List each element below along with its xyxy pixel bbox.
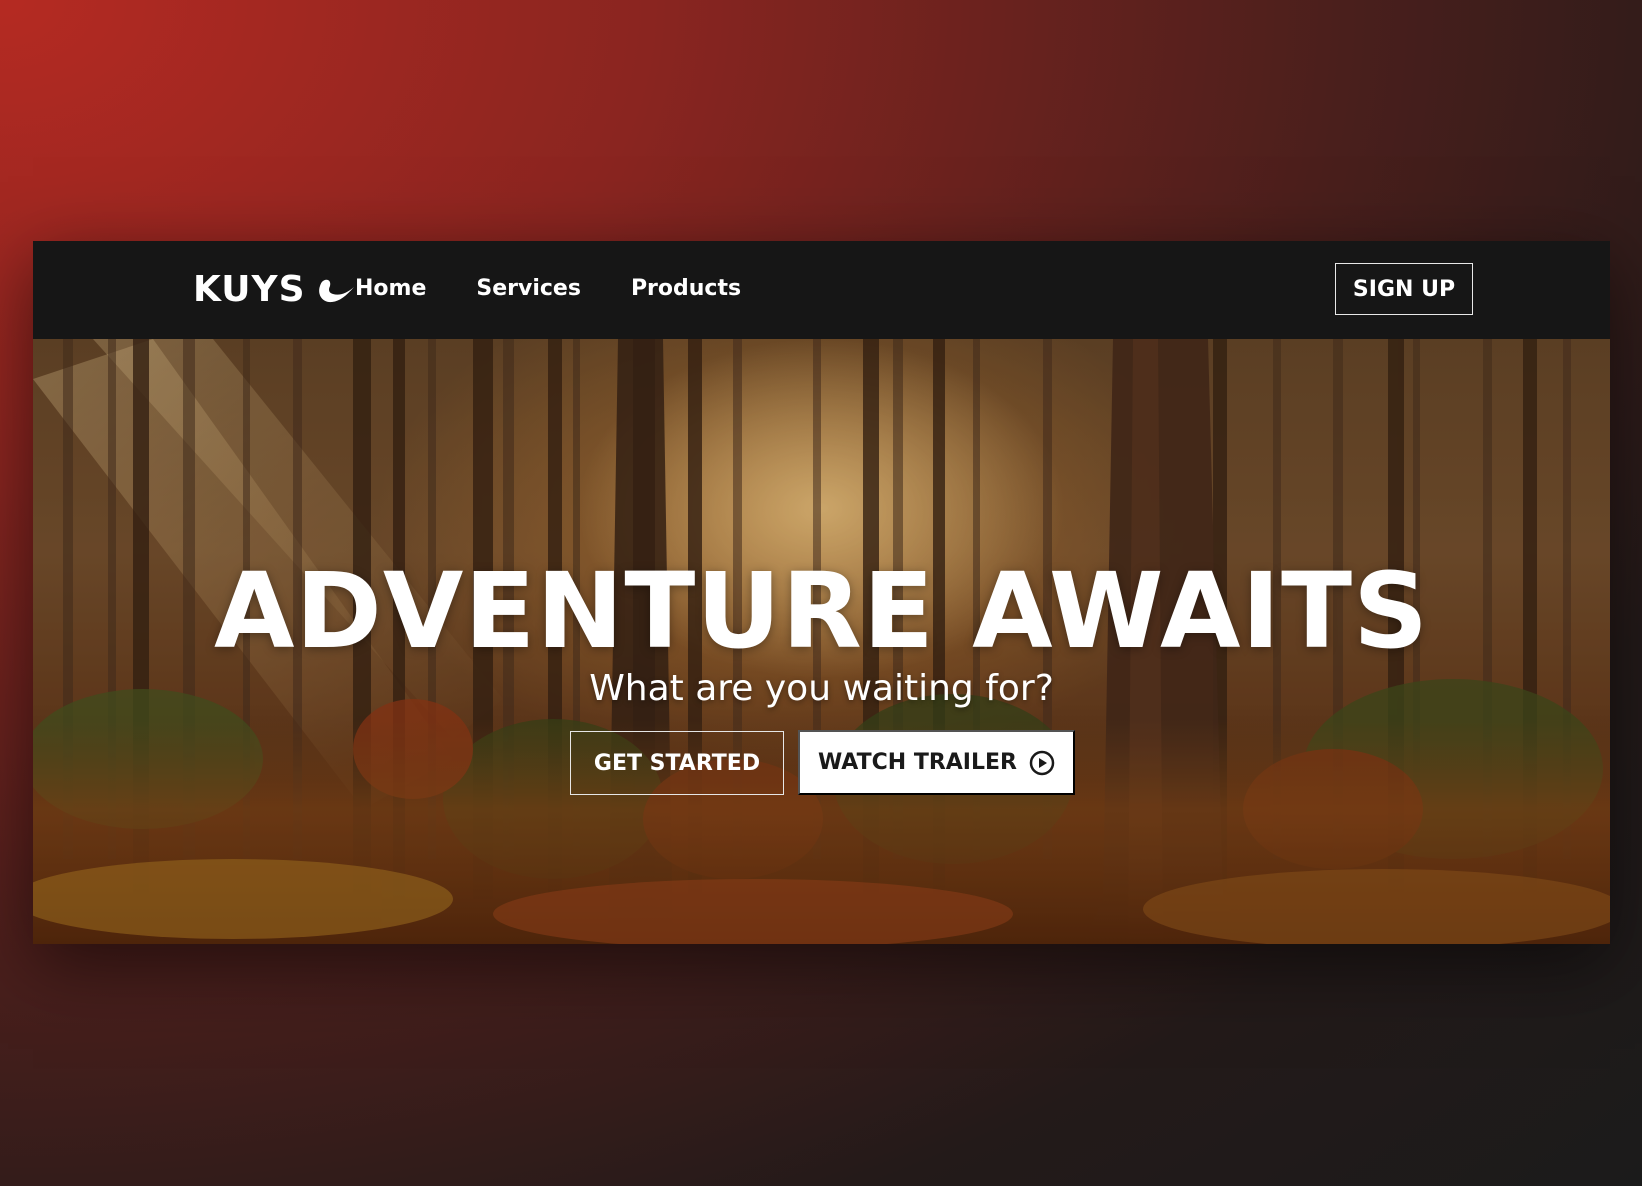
wave-swoosh-icon bbox=[318, 279, 354, 303]
brand-name: KUYS bbox=[193, 268, 306, 310]
nav-item-products[interactable]: Products bbox=[631, 271, 741, 307]
play-circle-icon bbox=[1029, 750, 1055, 775]
main-nav: Home Services Products bbox=[355, 271, 741, 307]
signup-button[interactable]: SIGN UP bbox=[1335, 263, 1473, 315]
brand-logo[interactable]: KUYS bbox=[193, 267, 356, 311]
get-started-button[interactable]: GET STARTED bbox=[570, 731, 784, 795]
hero-subheadline: What are you waiting for? bbox=[589, 668, 1054, 709]
hero-headline: ADVENTURE AWAITS bbox=[214, 549, 1429, 672]
watch-trailer-button[interactable]: WATCH TRAILER bbox=[798, 730, 1075, 795]
nav-item-services[interactable]: Services bbox=[476, 271, 581, 307]
navbar: KUYS Home Services Products SIGN UP bbox=[33, 241, 1610, 339]
landing-page-frame: KUYS Home Services Products SIGN UP ADVE… bbox=[33, 241, 1610, 944]
watch-trailer-label: WATCH TRAILER bbox=[818, 750, 1017, 775]
nav-item-home[interactable]: Home bbox=[355, 271, 426, 307]
hero-section: ADVENTURE AWAITS What are you waiting fo… bbox=[33, 339, 1610, 944]
